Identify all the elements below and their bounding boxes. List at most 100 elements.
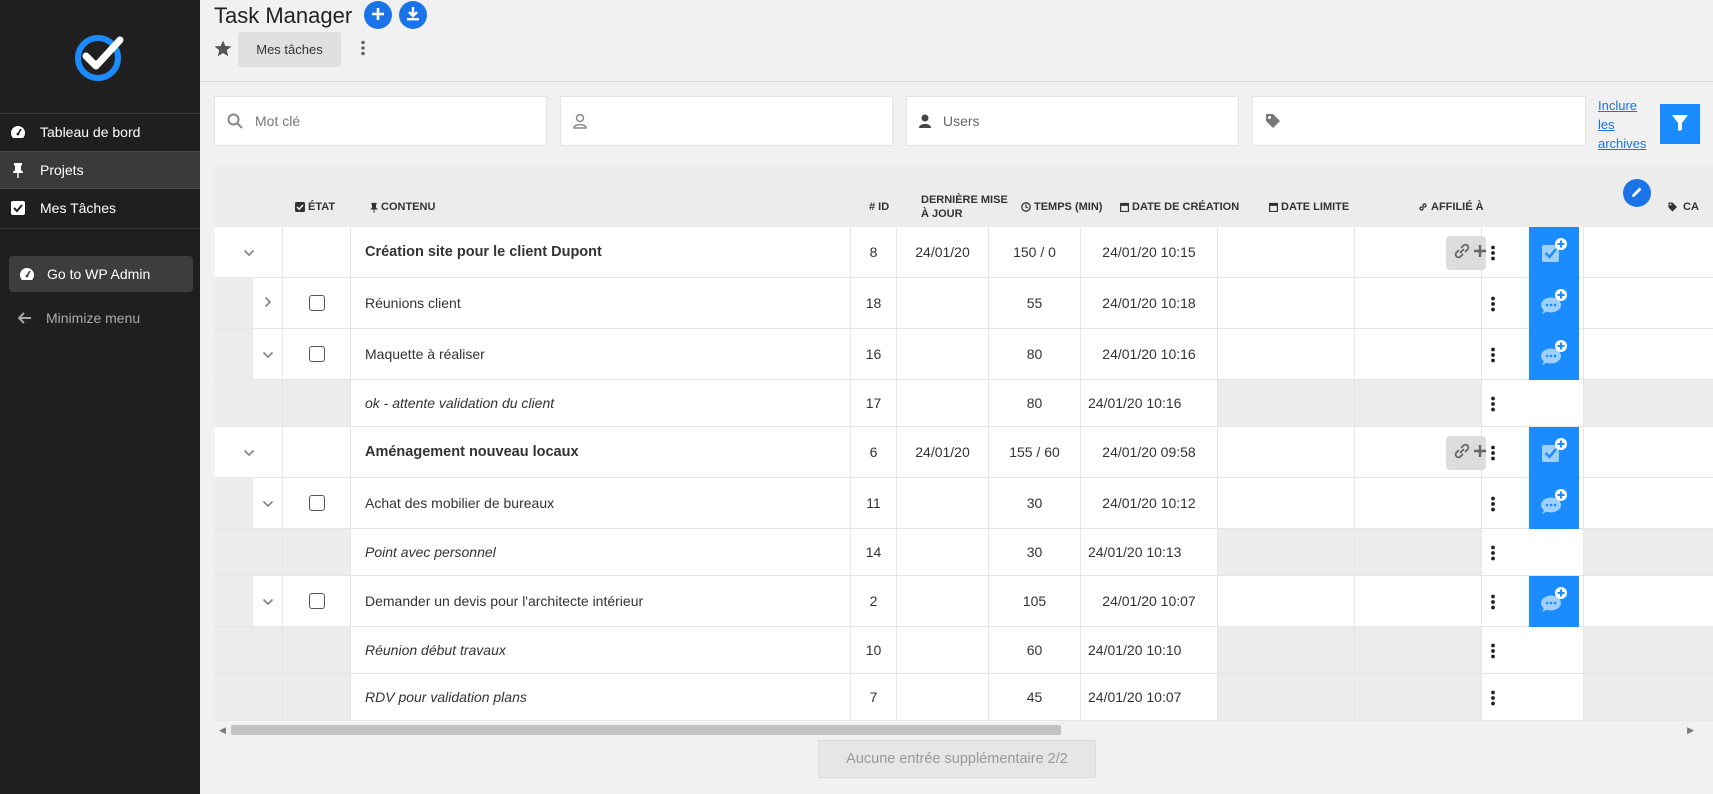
column-header-id[interactable]: # ID bbox=[869, 187, 889, 227]
category-cell[interactable] bbox=[1584, 576, 1713, 627]
category-cell[interactable] bbox=[1584, 478, 1713, 529]
scroll-right-icon[interactable]: ▶ bbox=[1687, 725, 1694, 736]
add-task-button[interactable] bbox=[1529, 227, 1579, 278]
content-cell[interactable]: Réunions client bbox=[351, 278, 851, 329]
task-checkbox[interactable] bbox=[308, 295, 325, 311]
category-cell[interactable] bbox=[1584, 380, 1713, 427]
affiliated-cell[interactable] bbox=[1355, 529, 1482, 576]
category-cell[interactable] bbox=[1584, 329, 1713, 380]
keyword-search-field[interactable]: Mot clé bbox=[214, 96, 547, 146]
sidebar-item-mes-taches[interactable]: Mes Tâches bbox=[0, 189, 200, 227]
due-date-cell[interactable] bbox=[1218, 674, 1355, 721]
due-date-cell[interactable] bbox=[1218, 427, 1355, 478]
due-date-cell[interactable] bbox=[1218, 380, 1355, 427]
due-date-cell[interactable] bbox=[1218, 529, 1355, 576]
row-menu-icon[interactable] bbox=[1483, 627, 1503, 674]
chevron-down-icon[interactable] bbox=[262, 495, 274, 511]
add-comment-button[interactable] bbox=[1529, 329, 1579, 380]
due-date-cell[interactable] bbox=[1218, 227, 1355, 278]
include-archives-link[interactable]: Inclure les archives bbox=[1598, 96, 1654, 153]
row-menu-icon[interactable] bbox=[1483, 478, 1503, 529]
category-cell[interactable] bbox=[1584, 278, 1713, 329]
tags-filter-field[interactable] bbox=[1252, 96, 1586, 146]
edit-columns-button[interactable] bbox=[1623, 179, 1651, 207]
link-add-button[interactable] bbox=[1446, 235, 1486, 270]
scrollbar-thumb[interactable] bbox=[231, 725, 1061, 735]
row-menu-icon[interactable] bbox=[1483, 227, 1503, 278]
row-menu-icon[interactable] bbox=[1483, 278, 1503, 329]
expand-cell[interactable] bbox=[253, 278, 283, 329]
link-add-button[interactable] bbox=[1446, 435, 1486, 470]
task-checkbox[interactable] bbox=[308, 346, 325, 362]
column-header-affilie[interactable]: AFFILIÉ À bbox=[1418, 187, 1484, 227]
tab-mes-taches[interactable]: Mes tâches bbox=[238, 32, 341, 67]
filter-button[interactable] bbox=[1660, 104, 1700, 144]
content-cell[interactable]: Création site pour le client Dupont bbox=[351, 227, 851, 278]
task-checkbox[interactable] bbox=[308, 593, 325, 609]
category-cell[interactable] bbox=[1584, 529, 1713, 576]
more-options-icon[interactable] bbox=[360, 40, 366, 59]
content-cell[interactable]: Maquette à réaliser bbox=[351, 329, 851, 380]
affiliated-cell[interactable] bbox=[1355, 627, 1482, 674]
affiliated-cell[interactable] bbox=[1355, 478, 1482, 529]
star-icon[interactable] bbox=[214, 40, 232, 60]
due-date-cell[interactable] bbox=[1218, 329, 1355, 380]
row-menu-icon[interactable] bbox=[1483, 380, 1503, 427]
affiliated-cell[interactable] bbox=[1355, 380, 1482, 427]
content-cell[interactable]: Demander un devis pour l'architecte inté… bbox=[351, 576, 851, 627]
row-menu-icon[interactable] bbox=[1483, 529, 1503, 576]
category-cell[interactable] bbox=[1584, 227, 1713, 278]
chevron-down-icon[interactable] bbox=[243, 444, 255, 460]
due-date-cell[interactable] bbox=[1218, 278, 1355, 329]
due-date-cell[interactable] bbox=[1218, 627, 1355, 674]
content-cell[interactable]: Achat des mobilier de bureaux bbox=[351, 478, 851, 529]
wp-admin-button[interactable]: Go to WP Admin bbox=[9, 256, 193, 292]
expand-cell[interactable] bbox=[215, 227, 283, 278]
scroll-left-icon[interactable]: ◀ bbox=[219, 725, 226, 736]
content-cell[interactable]: RDV pour validation plans bbox=[351, 674, 851, 721]
row-menu-icon[interactable] bbox=[1483, 329, 1503, 380]
category-cell[interactable] bbox=[1584, 674, 1713, 721]
chevron-down-icon[interactable] bbox=[243, 244, 255, 260]
users-filter-field[interactable]: Users bbox=[906, 96, 1239, 146]
content-cell[interactable]: Réunion début travaux bbox=[351, 627, 851, 674]
affiliated-cell[interactable] bbox=[1355, 576, 1482, 627]
task-checkbox[interactable] bbox=[308, 495, 325, 511]
content-cell[interactable]: Aménagement nouveau locaux bbox=[351, 427, 851, 478]
row-menu-icon[interactable] bbox=[1483, 576, 1503, 627]
chevron-down-icon[interactable] bbox=[262, 346, 274, 362]
chevron-right-icon[interactable] bbox=[264, 295, 272, 311]
row-menu-icon[interactable] bbox=[1483, 674, 1503, 721]
add-task-button[interactable] bbox=[1529, 427, 1579, 478]
sidebar-item-dashboard[interactable]: Tableau de bord bbox=[0, 113, 200, 151]
add-comment-button[interactable] bbox=[1529, 576, 1579, 627]
column-header-etat[interactable]: ÉTAT bbox=[295, 187, 335, 227]
affiliated-cell[interactable] bbox=[1355, 278, 1482, 329]
add-comment-button[interactable] bbox=[1529, 278, 1579, 329]
due-date-cell[interactable] bbox=[1218, 576, 1355, 627]
horizontal-scrollbar[interactable]: ◀ ▶ bbox=[215, 722, 1698, 738]
content-cell[interactable]: ok - attente validation du client bbox=[351, 380, 851, 427]
expand-cell[interactable] bbox=[253, 478, 283, 529]
user-filter-field[interactable] bbox=[560, 96, 893, 146]
load-more-button[interactable]: Aucune entrée supplémentaire 2/2 bbox=[818, 740, 1096, 778]
add-comment-button[interactable] bbox=[1529, 478, 1579, 529]
column-header-derniere-mise-a-jour[interactable]: DERNIÈRE MISE À JOUR bbox=[921, 187, 1008, 227]
add-button[interactable] bbox=[364, 1, 392, 29]
category-cell[interactable] bbox=[1584, 627, 1713, 674]
column-header-date-creation[interactable]: DATE DE CRÉATION bbox=[1120, 187, 1239, 227]
column-header-temps[interactable]: TEMPS (MIN) bbox=[1021, 187, 1102, 227]
chevron-down-icon[interactable] bbox=[262, 593, 274, 609]
column-header-contenu[interactable]: CONTENU bbox=[370, 187, 435, 227]
due-date-cell[interactable] bbox=[1218, 478, 1355, 529]
minimize-menu-button[interactable]: Minimize menu bbox=[18, 306, 140, 330]
row-menu-icon[interactable] bbox=[1483, 427, 1503, 478]
expand-cell[interactable] bbox=[215, 427, 283, 478]
expand-cell[interactable] bbox=[253, 329, 283, 380]
content-cell[interactable]: Point avec personnel bbox=[351, 529, 851, 576]
sidebar-item-projets[interactable]: Projets bbox=[0, 151, 200, 189]
column-header-date-limite[interactable]: DATE LIMITE bbox=[1269, 187, 1349, 227]
download-button[interactable] bbox=[399, 1, 427, 29]
affiliated-cell[interactable] bbox=[1355, 674, 1482, 721]
affiliated-cell[interactable] bbox=[1355, 329, 1482, 380]
